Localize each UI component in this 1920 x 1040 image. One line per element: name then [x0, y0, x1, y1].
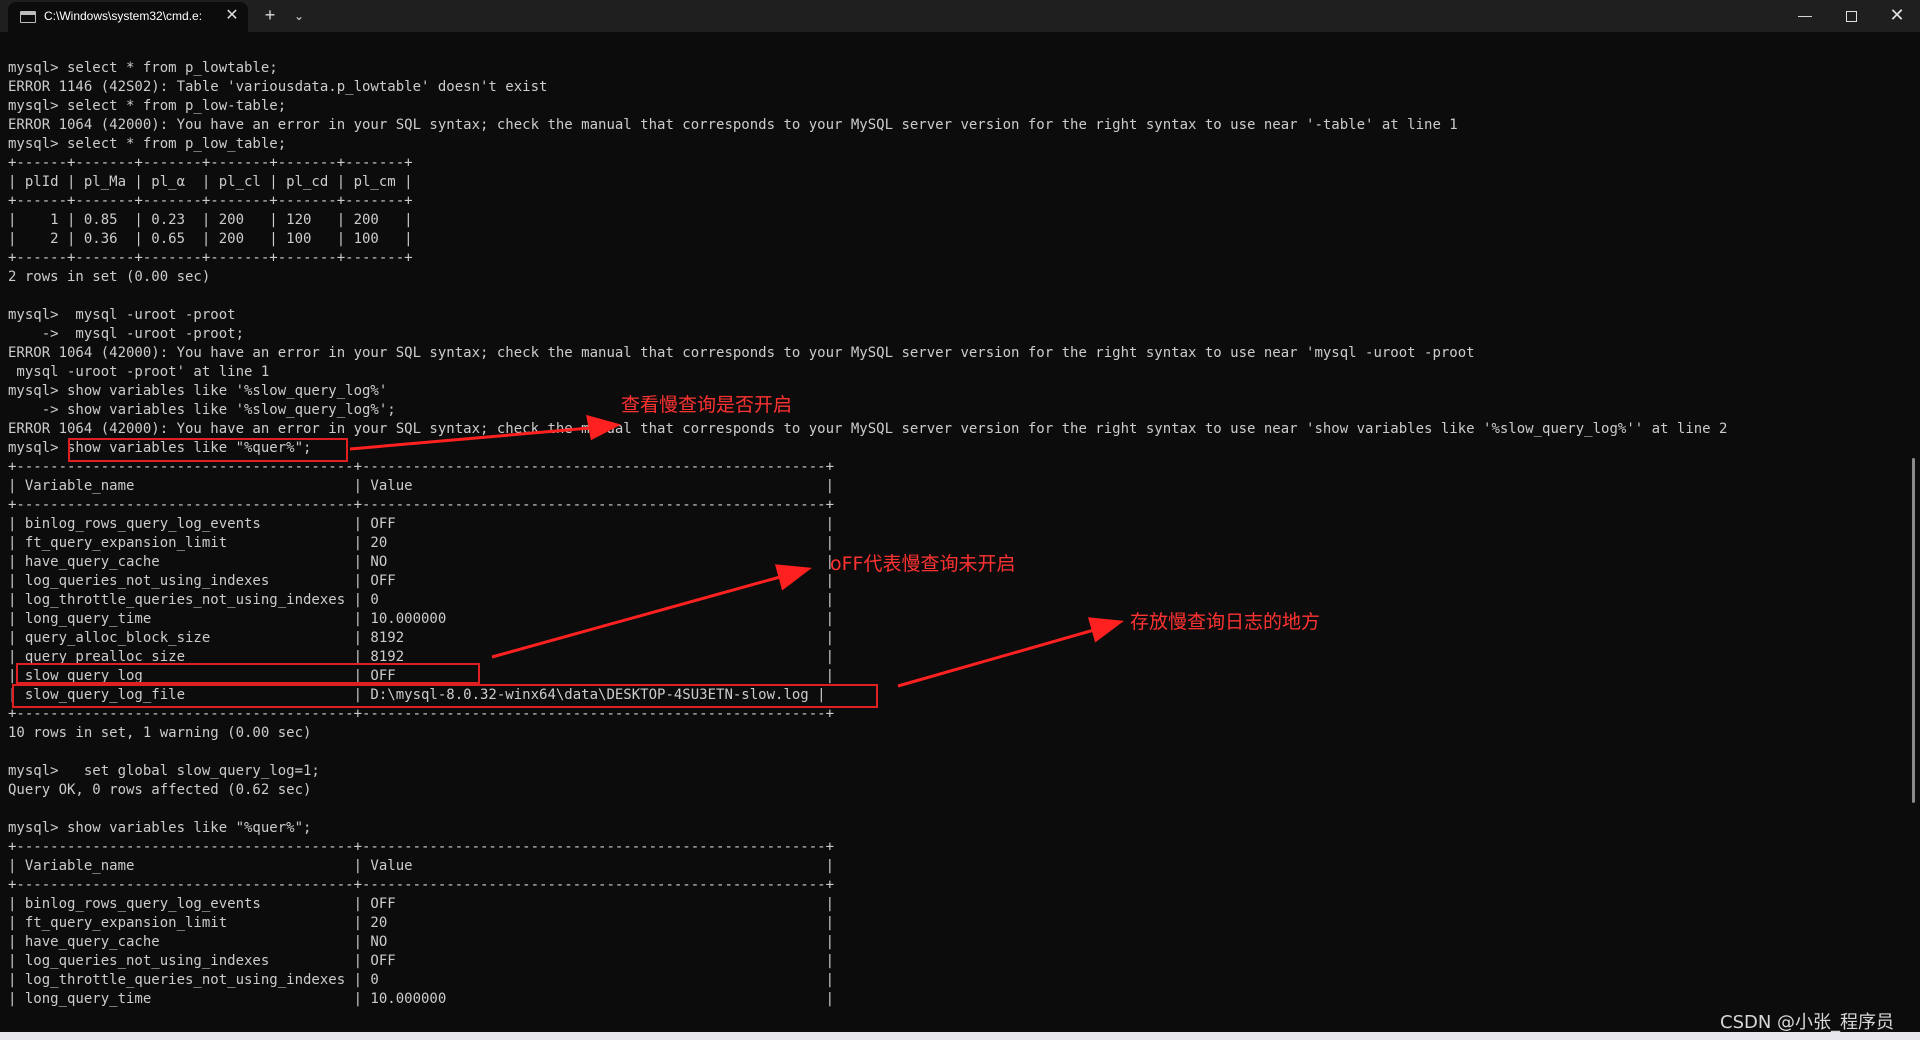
- annotation-check-slow-query: 查看慢查询是否开启: [621, 394, 793, 416]
- annotation-off-meaning: oFF代表慢查询未开启: [830, 553, 1016, 575]
- watermark: CSDN @小张_程序员: [1720, 1012, 1895, 1033]
- annotation-arrows: [349, 414, 1124, 688]
- arrow-head-check-note: [586, 414, 622, 441]
- bottom-edge: [0, 1032, 1920, 1040]
- arrow-head-off-note: [774, 564, 812, 591]
- arrow-to-off-note: [491, 575, 781, 659]
- annotation-log-location: 存放慢查询日志的地方: [1130, 611, 1321, 633]
- arrow-to-location-note: [897, 628, 1095, 688]
- arrow-head-location-note: [1087, 617, 1124, 643]
- arrow-to-check-note: [349, 426, 591, 451]
